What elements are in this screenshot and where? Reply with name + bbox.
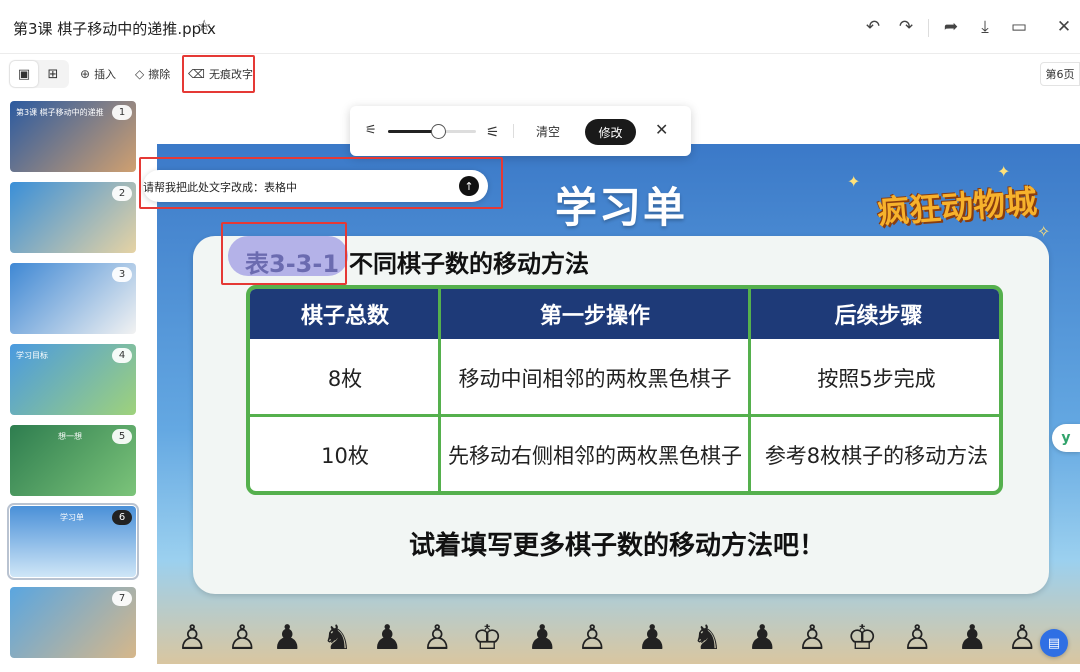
insert-label: 插入 (94, 68, 117, 81)
clear-button[interactable]: 清空 (536, 123, 560, 140)
slide-thumbnail[interactable]: 3 (10, 263, 136, 334)
small-brush-icon: ⚟ (365, 123, 377, 138)
table-cell: 10枚 (321, 443, 369, 468)
title-bar: 第3课 棋子移动中的递推.pptx ☆ ↶ ↷ ➦ ⤓ ▭ ✕ (0, 0, 1080, 54)
chess-piece-icon: ♙ (902, 618, 933, 658)
slide-thumbnail[interactable]: 想一想 5 (10, 425, 136, 496)
chess-piece-icon: ♟ (527, 618, 558, 658)
large-brush-icon: ⚟ (486, 123, 500, 141)
slide-thumbnail[interactable]: 学习目标 4 (10, 344, 136, 415)
highlight-box (182, 55, 255, 93)
erase-label: 擦除 (148, 68, 171, 81)
slide-thumbnail-active[interactable]: 学习单 6 (7, 503, 139, 580)
chess-piece-icon: ♟ (747, 618, 778, 658)
bottom-instruction: 试着填写更多棋子数的移动方法吧！ (409, 531, 826, 561)
table-cell: 移动中间相邻的两枚黑色棋子 (458, 366, 732, 391)
eraser-icon: ◇ (135, 67, 145, 81)
chess-piece-icon: ♙ (797, 618, 828, 658)
chess-piece-icon: ♔ (472, 618, 503, 658)
table-header: 棋子总数 (250, 289, 440, 339)
table-cell: 参考8枚棋子的移动方法 (764, 443, 989, 468)
chess-piece-icon: ♙ (177, 618, 208, 658)
thumbnail-number: 4 (112, 348, 132, 363)
method-table: 棋子总数 第一步操作 后续步骤 8枚 移动中间相邻的两枚黑色棋子 按照5步完成 … (246, 285, 1003, 495)
assistant-icon[interactable]: y (1052, 424, 1080, 452)
document-title: 第3课 棋子移动中的递推.pptx (13, 20, 216, 38)
highlight-box (221, 222, 347, 285)
edit-toolbar: ⚟ ⚟ 清空 修改 ✕ (350, 106, 691, 156)
chess-piece-icon: ♞ (322, 618, 353, 658)
divider (513, 124, 514, 138)
sparkle-icon: ✦ (847, 172, 861, 191)
thumbnail-caption: 第3课 棋子移动中的递推 (16, 108, 104, 117)
thumbnail-number: 6 (112, 510, 132, 525)
table-divider (748, 289, 751, 491)
table-divider (438, 289, 441, 491)
chess-piece-icon: ♙ (577, 618, 608, 658)
share-icon[interactable]: ➦ (939, 15, 963, 39)
table-caption: 不同棋子数的移动方法 (349, 250, 589, 278)
slide-thumbnail[interactable]: 7 (10, 587, 136, 658)
page-indicator: 第6页 (1040, 62, 1080, 86)
divider (928, 19, 929, 37)
modify-button[interactable]: 修改 (585, 119, 636, 145)
redo-icon[interactable]: ↷ (894, 15, 918, 39)
slide-thumbnail[interactable]: 第3课 棋子移动中的递推 1 (10, 101, 136, 172)
undo-icon[interactable]: ↶ (861, 15, 885, 39)
chess-piece-icon: ♙ (422, 618, 453, 658)
slide-thumbnail[interactable]: 2 (10, 182, 136, 253)
plus-circle-icon: ⊕ (80, 67, 91, 81)
slider-handle[interactable] (431, 124, 446, 139)
present-icon[interactable]: ▭ (1007, 15, 1031, 39)
star-icon[interactable]: ☆ (197, 16, 211, 35)
chess-piece-icon: ♟ (372, 618, 403, 658)
slide-title: 学习单 (555, 183, 688, 232)
insert-button[interactable]: ⊕ 插入 (80, 65, 116, 83)
thumbnail-caption: 学习目标 (16, 351, 48, 360)
thumbnail-number: 3 (112, 267, 132, 282)
close-icon[interactable]: ✕ (1052, 15, 1076, 39)
close-icon[interactable]: ✕ (655, 120, 668, 139)
chess-piece-icon: ♔ (847, 618, 878, 658)
logo: 疯狂动物城 (876, 182, 1039, 232)
table-cell: 先移动右侧相邻的两枚黑色棋子 (448, 443, 742, 468)
highlight-box (139, 157, 503, 209)
erase-button[interactable]: ◇ 擦除 (135, 65, 170, 83)
thumbnail-number: 7 (112, 591, 132, 606)
thumbnail-caption: 想一想 (58, 432, 82, 441)
chess-piece-icon: ♙ (227, 618, 258, 658)
table-cell: 8枚 (327, 366, 363, 391)
chat-icon[interactable]: ▤ (1040, 629, 1068, 657)
thumbnail-caption: 学习单 (60, 513, 84, 522)
toolbar: ▣ ⊞ ⊕ 插入 ◇ 擦除 ⌫ 无痕改字 第6页 (0, 54, 1080, 94)
chess-piece-icon: ♟ (272, 618, 303, 658)
grid-view-icon[interactable]: ⊞ (39, 61, 67, 87)
table-divider (250, 414, 999, 417)
sparkle-icon: ✧ (1037, 222, 1051, 241)
table-cell: 按照5步完成 (817, 366, 936, 391)
view-toggle: ▣ ⊞ (9, 60, 69, 88)
thumbnail-number: 2 (112, 186, 132, 201)
chess-piece-icon: ♟ (637, 618, 668, 658)
chess-piece-icon: ♞ (692, 618, 723, 658)
download-icon[interactable]: ⤓ (973, 15, 997, 39)
layout-view-icon[interactable]: ▣ (10, 61, 38, 87)
table-header: 第一步操作 (440, 289, 750, 339)
chess-piece-icon: ♙ (1007, 618, 1038, 658)
thumbnail-number: 5 (112, 429, 132, 444)
thumbnail-number: 1 (112, 105, 132, 120)
chess-piece-icon: ♟ (957, 618, 988, 658)
sparkle-icon: ✦ (997, 162, 1011, 181)
table-header: 后续步骤 (750, 289, 999, 339)
